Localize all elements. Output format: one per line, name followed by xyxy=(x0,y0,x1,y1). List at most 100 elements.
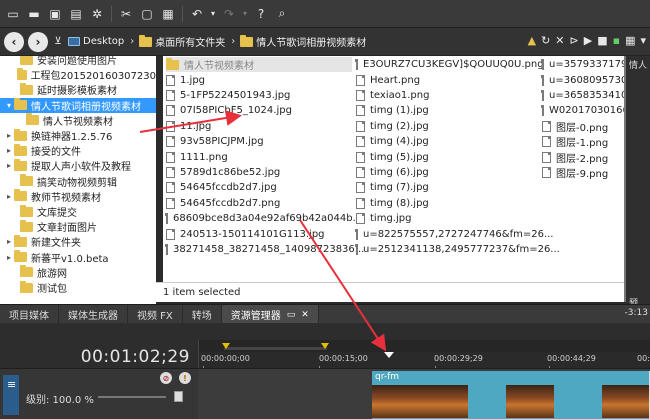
expand-arrow-icon[interactable]: ▸ xyxy=(4,192,14,201)
new-file-icon[interactable]: ▭ xyxy=(4,5,22,23)
file-item[interactable]: 240513-150114101G113.jpg xyxy=(166,226,352,241)
file-item[interactable]: 5-1FP5224501943.jpg xyxy=(166,88,352,103)
settings-icon[interactable]: ✲ xyxy=(88,5,106,23)
paste-icon[interactable]: ▦ xyxy=(159,5,177,23)
tree-item[interactable]: 延时摄影模板素材 xyxy=(0,82,156,97)
context-help-icon[interactable]: ⌕ xyxy=(273,5,291,23)
menu-icon[interactable]: ≡ xyxy=(7,378,16,391)
auto-preview-icon[interactable]: ▪ xyxy=(613,34,620,47)
level-slider-handle[interactable] xyxy=(174,391,183,402)
save-icon[interactable]: ▣ xyxy=(46,5,64,23)
render-icon[interactable]: ▤ xyxy=(67,5,85,23)
current-timecode[interactable]: 00:01:02;29 xyxy=(81,347,190,367)
tree-item[interactable]: 文库提交 xyxy=(0,204,156,219)
play-icon[interactable]: ▶ xyxy=(584,34,592,47)
file-item[interactable]: 图层-0.png xyxy=(542,119,624,134)
copy-icon[interactable]: ▢ xyxy=(138,5,156,23)
playhead-marker[interactable] xyxy=(384,352,394,358)
video-clip[interactable]: qr-fm xyxy=(372,371,650,419)
redo-icon[interactable]: ↷ xyxy=(220,5,238,23)
level-slider[interactable] xyxy=(98,396,166,398)
tab-explorer[interactable]: 资源管理器 ▭ ✕ xyxy=(221,305,319,324)
help-icon[interactable]: ? xyxy=(252,5,270,23)
file-item[interactable]: timg (5).jpg xyxy=(356,149,538,164)
track-selector[interactable]: ≡ xyxy=(3,375,19,415)
file-item[interactable]: timg (7).jpg xyxy=(356,180,538,195)
file-item[interactable]: u=3658353410, xyxy=(541,88,624,103)
delete-icon[interactable]: ✕ xyxy=(555,34,564,47)
loop-end-marker[interactable] xyxy=(321,343,329,349)
tree-item[interactable]: 旅游网 xyxy=(0,265,156,280)
file-item[interactable]: 1.jpg xyxy=(166,72,352,87)
tree-item[interactable]: ▸ 教师节视频素材 xyxy=(0,189,156,204)
breadcrumb-current[interactable]: › 情人节歌词相册视频素材 xyxy=(229,34,366,49)
file-item[interactable]: timg (4).jpg xyxy=(356,134,538,149)
file-item[interactable]: W02017030166 xyxy=(541,103,624,118)
tab-media-generators[interactable]: 媒体生成器 xyxy=(59,305,128,324)
expand-arrow-icon[interactable]: ▸ xyxy=(4,237,14,246)
stop-icon[interactable]: ■ xyxy=(597,34,607,47)
tree-item[interactable]: ▸ 新建文件夹 xyxy=(0,234,156,249)
tree-item[interactable]: 测试包 xyxy=(0,280,156,295)
views-dropdown-icon[interactable]: ▾ xyxy=(640,34,646,47)
file-item[interactable]: 11.jpg xyxy=(166,119,352,134)
file-item[interactable]: 54645fccdb2d7.png xyxy=(166,196,352,211)
back-button[interactable]: ‹ xyxy=(4,31,24,52)
mute-icon[interactable]: ⊘ xyxy=(160,372,172,384)
tree-item[interactable]: 安装问题使用图片 xyxy=(0,56,156,67)
file-item[interactable]: Heart.png xyxy=(356,72,538,87)
file-item[interactable]: u=3608095730, xyxy=(541,72,624,87)
loop-region[interactable] xyxy=(224,347,327,350)
up-folder-icon[interactable]: ▲ xyxy=(528,34,536,47)
file-item[interactable]: 07I58PICbF5_1024.jpg xyxy=(166,103,352,118)
tree-item[interactable]: 文章封面图片 xyxy=(0,219,156,234)
expand-arrow-icon[interactable]: ▸ xyxy=(4,253,14,262)
tree-item[interactable]: 搞笑动物视频剪辑 xyxy=(0,174,156,189)
video-track-header[interactable]: ≡ ⊘ ! 级别: 100.0 % xyxy=(0,368,198,419)
file-item[interactable]: 54645fccdb2d7.jpg xyxy=(166,180,352,195)
tab-transitions[interactable]: 转场 xyxy=(183,305,222,324)
add-to-project-icon[interactable]: ⊳ xyxy=(570,34,579,47)
breadcrumb-desktop[interactable]: Desktop xyxy=(68,36,124,47)
forward-button[interactable]: › xyxy=(28,31,48,52)
file-item[interactable]: 图层-9.png xyxy=(542,165,624,180)
tree-item[interactable]: ▸ 新蕃平v1.0.beta xyxy=(0,250,156,265)
undock-icon[interactable]: ▭ xyxy=(287,310,296,320)
solo-icon[interactable]: ! xyxy=(179,372,191,384)
file-item[interactable]: 图层-2.png xyxy=(542,149,624,165)
breadcrumb-folder[interactable]: › 桌面所有文件夹 xyxy=(128,34,225,49)
file-item[interactable]: 5789d1c86be52.jpg xyxy=(166,165,352,180)
file-item[interactable]: timg (8).jpg xyxy=(356,196,538,211)
file-item[interactable]: u=3579337179, xyxy=(541,57,624,72)
views-icon[interactable]: ▦ xyxy=(625,34,635,47)
undo-icon[interactable]: ↶ xyxy=(188,5,206,23)
tree-item[interactable]: 情人节视频素材 xyxy=(0,113,156,128)
file-item[interactable]: E3OURZ7CU3KEGV]$QOUUQ0U.png xyxy=(355,57,544,72)
undo-dropdown-icon[interactable]: ▾ xyxy=(209,5,217,23)
file-item[interactable]: timg.jpg xyxy=(356,211,538,226)
file-item[interactable]: texiao1.png xyxy=(356,88,538,103)
redo-dropdown-icon[interactable]: ▾ xyxy=(241,5,249,23)
tab-video-fx[interactable]: 视频 FX xyxy=(128,305,183,324)
tree-item[interactable]: ▸ 提取人声小软件及教程 xyxy=(0,158,156,173)
refresh-icon[interactable]: ↻ xyxy=(541,34,550,47)
folder-item[interactable]: 情人节视频素材 xyxy=(166,57,352,73)
expand-arrow-icon[interactable]: ▾ xyxy=(4,101,14,110)
cut-icon[interactable]: ✂ xyxy=(117,5,135,23)
file-item[interactable]: u=822575557,2727247746&fm=26... xyxy=(355,226,553,241)
loop-start-marker[interactable] xyxy=(222,343,230,349)
tree-item[interactable]: ▸ 接受的文件 xyxy=(0,143,156,158)
file-item[interactable]: 68609bce8d3a04e92af69b42a044b... xyxy=(165,211,362,226)
file-item[interactable]: u=2512341138,2495777237&fm=26... xyxy=(355,242,560,257)
tab-project-media[interactable]: 项目媒体 xyxy=(0,305,59,324)
video-track-lane[interactable]: qr-fm xyxy=(198,368,650,419)
expand-arrow-icon[interactable]: ▸ xyxy=(4,161,14,170)
loop-region-bar[interactable] xyxy=(199,340,650,352)
open-icon[interactable]: ▬ xyxy=(25,5,43,23)
file-item[interactable]: 图层-1.png xyxy=(542,134,624,149)
file-item[interactable]: timg (1).jpg xyxy=(356,103,538,118)
expand-arrow-icon[interactable]: ▸ xyxy=(4,131,14,140)
tree-item[interactable]: ▾ 情人节歌词相册视频素材 xyxy=(0,97,156,113)
tree-item[interactable]: ▸ 换链神器1.2.5.76 xyxy=(0,128,156,143)
expand-arrow-icon[interactable]: ▸ xyxy=(4,146,14,155)
